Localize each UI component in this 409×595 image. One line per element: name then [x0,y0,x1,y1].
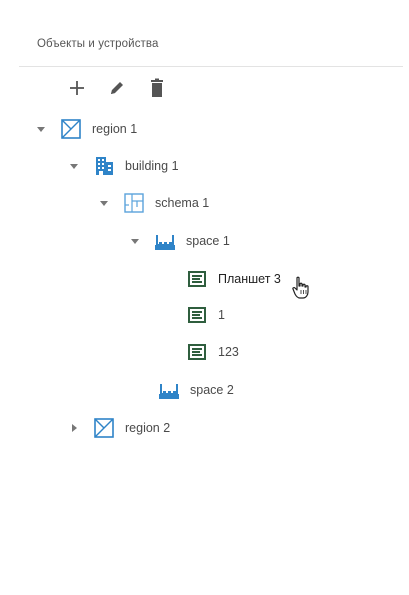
tree-node-space-2[interactable]: space 2 [158,377,234,403]
node-label: schema 1 [155,196,210,210]
node-label: region 1 [92,122,138,136]
pencil-icon [107,78,127,98]
toolbar [66,77,168,99]
space-icon [158,379,180,401]
panel-title: Объекты и устройства [37,38,159,50]
caret-right-icon[interactable] [69,423,79,433]
node-label: space 1 [186,234,230,248]
divider [19,66,403,67]
trash-icon [148,78,166,98]
node-label: region 2 [125,421,171,435]
objects-devices-panel: Объекты и устройства region 1 building 1… [0,0,409,595]
tree-node-region-1[interactable]: region 1 [36,116,137,142]
caret-down-icon[interactable] [36,124,46,134]
caret-down-icon[interactable] [99,198,109,208]
edit-button[interactable] [106,77,128,99]
tree-node-device-1[interactable]: 1 [186,302,225,328]
tree-node-space-1[interactable]: space 1 [130,228,230,254]
delete-button[interactable] [146,77,168,99]
tree-node-schema-1[interactable]: schema 1 [99,190,209,216]
schema-icon [123,192,145,214]
node-label: 123 [218,345,239,359]
tree-node-device-123[interactable]: 123 [186,339,239,365]
device-icon [186,304,208,326]
node-label: 1 [218,308,225,322]
space-icon [154,230,176,252]
device-icon [186,268,208,290]
region-icon [60,118,82,140]
region-icon [93,417,115,439]
tree-node-building-1[interactable]: building 1 [69,153,179,179]
tree-node-device-tablet-3[interactable]: Планшет 3 [186,266,281,292]
tree-node-region-2[interactable]: region 2 [69,415,170,441]
hand-cursor-icon [290,276,312,300]
caret-down-icon[interactable] [69,161,79,171]
add-button[interactable] [66,77,88,99]
caret-down-icon[interactable] [130,236,140,246]
node-label: building 1 [125,159,179,173]
device-icon [186,341,208,363]
plus-icon [68,79,86,97]
building-icon [93,155,115,177]
node-label: space 2 [190,383,234,397]
node-label: Планшет 3 [218,272,281,286]
